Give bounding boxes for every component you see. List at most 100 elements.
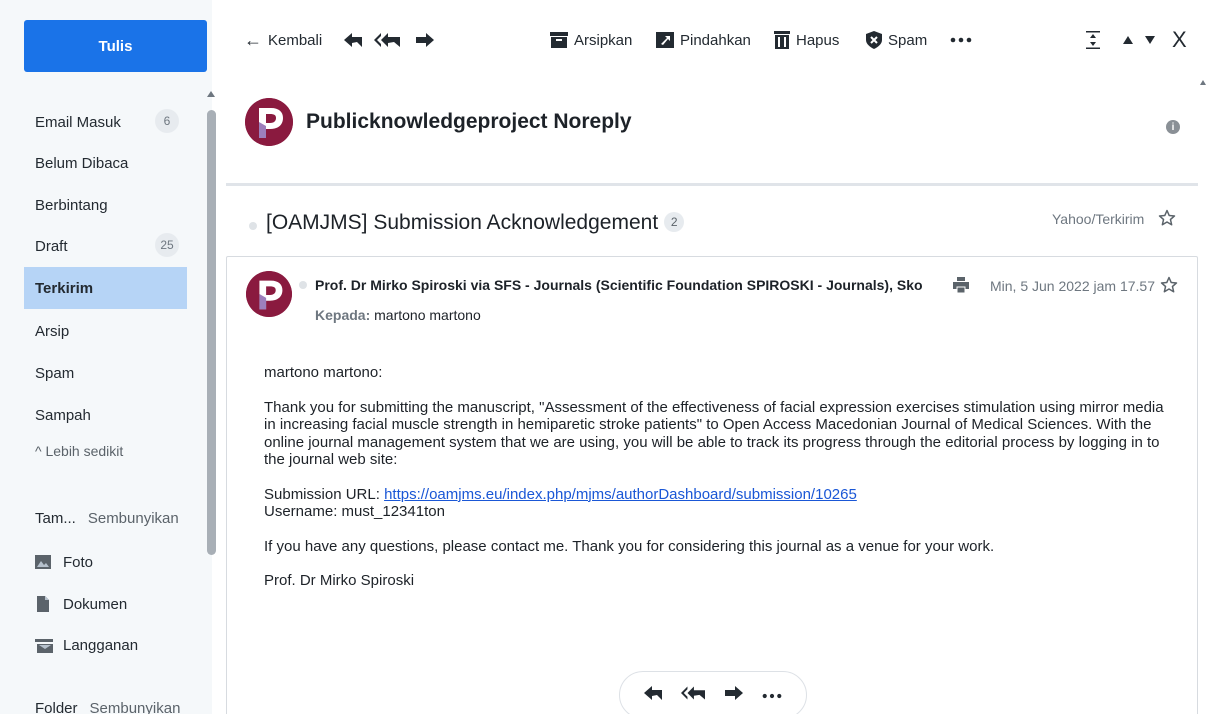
views-section-title: Tam... [35,510,76,527]
thread-subject: [OAMJMS] Submission Acknowledgement 2 [266,211,685,235]
message-star-icon[interactable] [1160,276,1178,294]
sidebar-scrollbar[interactable] [207,110,216,555]
quick-reply-bar [619,671,807,714]
sender-header: Publicknowledgeproject Noreply i [226,78,1198,186]
expand-collapse-button[interactable] [1086,28,1100,52]
username-line: Username: must_12341ton [264,503,445,520]
body-paragraph: If you have any questions, please contac… [264,537,995,555]
message-from: Prof. Dr Mirko Spiroski via SFS - Journa… [315,277,923,293]
view-item-documents[interactable]: Dokumen [35,590,127,618]
to-label: Kepada: [315,307,371,323]
sidebar-item-label: Spam [35,364,75,382]
url-label: Submission URL: [264,485,380,503]
info-icon[interactable]: i [1166,120,1180,134]
view-item-photos[interactable]: Foto [35,548,93,576]
photo-icon [35,554,51,570]
folder-label: Yahoo/Terkirim [1052,211,1145,227]
sidebar-item-trash[interactable]: Sampah [24,394,187,436]
sidebar-scroll-up-arrow[interactable] [207,91,215,97]
reply-all-button[interactable] [681,685,706,706]
message-body: martono martono: Thank you for submittin… [264,364,1179,607]
sidebar-item-drafts[interactable]: Draft 25 [24,225,187,267]
back-button[interactable]: ← Kembali [244,28,322,52]
signature: Prof. Dr Mirko Spiroski [264,572,415,589]
sidebar-item-label: Berbintang [35,196,108,214]
close-icon: X [1172,27,1187,52]
message-recipients: Kepada: martono martono [315,307,481,323]
sidebar-item-sent[interactable]: Terkirim [24,267,187,309]
views-hide-link[interactable]: Sembunyikan [88,510,179,527]
sidebar-item-label: Belum Dibaca [35,154,129,172]
sidebar-item-archive[interactable]: Arsip [24,310,187,352]
reply-all-icon [681,686,706,699]
unread-count-badge: 6 [155,109,179,133]
more-dots-icon [762,693,782,699]
expand-icon [1086,31,1100,49]
spam-label: Spam [888,31,928,49]
folders-hide-link[interactable]: Sembunyikan [90,700,181,714]
archive-button[interactable]: Arsipkan [550,28,632,52]
delete-button[interactable]: Hapus [774,28,839,52]
folders-section-header: Folder Sembunyikan [35,700,180,714]
subscription-icon [35,637,53,653]
message-unread-dot-icon[interactable] [299,281,307,289]
sidebar-item-inbox[interactable]: Email Masuk 6 [24,101,187,143]
move-button[interactable]: Pindahkan [656,28,751,52]
reply-icon [643,685,662,700]
sidebar-item-label: Sampah [35,406,91,424]
sender-avatar [245,98,293,146]
next-message-button[interactable] [1144,28,1156,52]
caret-down-icon [1144,35,1156,45]
content-scroll-up-arrow[interactable] [1200,80,1206,85]
view-item-subscriptions[interactable]: Langganan [35,631,138,659]
trash-icon [774,31,790,49]
thread-star-icon[interactable] [1158,209,1176,227]
folders-section-title: Folder [35,700,78,714]
forward-button[interactable] [416,28,434,52]
move-folder-icon [656,32,674,48]
greeting: martono martono: [264,364,383,381]
reply-all-button[interactable] [374,28,400,52]
avatar-letter-p-icon [246,271,292,317]
forward-icon [724,685,743,700]
view-item-label: Dokumen [63,595,128,613]
view-item-label: Langganan [63,636,139,654]
sidebar-item-label: Arsip [35,322,70,340]
sidebar-item-spam[interactable]: Spam [24,352,187,394]
previous-message-button[interactable] [1122,28,1134,52]
views-section-header: Tam... Sembunyikan [35,510,179,527]
spam-button[interactable]: Spam [866,28,927,52]
more-actions-button[interactable] [762,686,782,704]
view-item-label: Foto [63,553,94,571]
unread-dot-icon[interactable] [249,222,257,230]
submission-details: Submission URL: https://oamjms.eu/index.… [264,486,1179,521]
thread-count-badge: 2 [664,212,685,232]
move-label: Pindahkan [680,31,751,49]
sidebar-item-label: Email Masuk [35,113,121,131]
more-dots-icon [950,37,972,43]
archive-icon [550,32,568,48]
print-icon[interactable] [953,277,969,298]
sidebar-item-label: Draft [35,237,68,255]
forward-button[interactable] [724,685,743,706]
sidebar: Tulis Email Masuk 6 Belum Dibaca Berbint… [0,0,216,714]
close-button[interactable]: X [1172,27,1187,52]
message-date: Min, 5 Jun 2022 jam 17.57 [990,278,1155,294]
forward-icon [416,32,434,48]
compose-button[interactable]: Tulis [24,20,207,72]
sender-name: Publicknowledgeproject Noreply [306,110,632,133]
sidebar-item-label: Terkirim [35,279,94,297]
show-less-link[interactable]: ^ Lebih sedikit [35,443,123,459]
back-arrow-icon: ← [244,30,262,50]
avatar-letter-p-icon [245,98,293,146]
reply-button[interactable] [344,28,362,52]
document-icon [35,596,51,612]
sidebar-item-starred[interactable]: Berbintang [24,184,187,226]
shield-icon [866,31,882,49]
submission-link[interactable]: https://oamjms.eu/index.php/mjms/authorD… [384,486,857,503]
archive-label: Arsipkan [574,31,633,49]
delete-label: Hapus [796,31,840,49]
reply-button[interactable] [643,685,662,706]
more-actions-button[interactable] [950,28,972,52]
sidebar-item-unread[interactable]: Belum Dibaca [24,142,187,184]
